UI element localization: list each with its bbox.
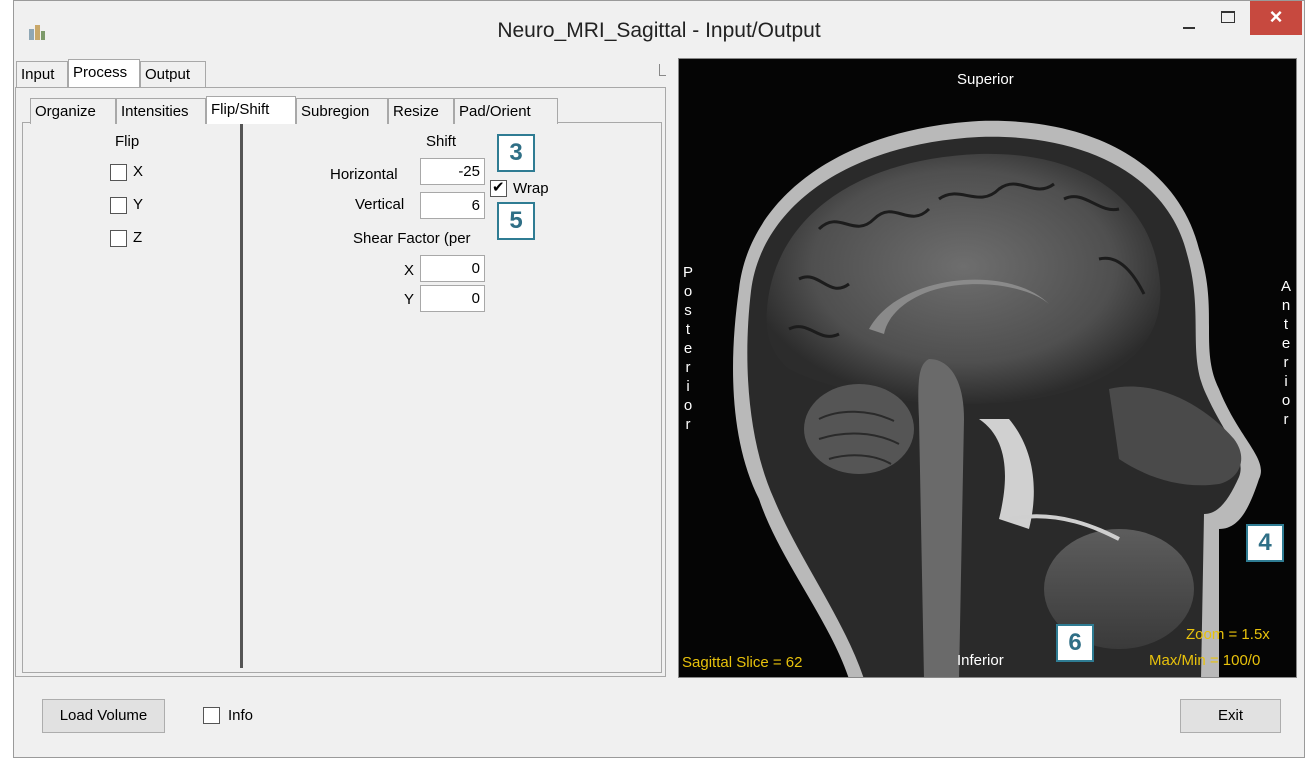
minimize-icon — [1183, 27, 1195, 29]
minimize-button[interactable] — [1169, 1, 1209, 43]
tab-pad-orient[interactable]: Pad/Orient — [454, 98, 558, 124]
anterior-label: Anterior — [1280, 278, 1291, 428]
close-button[interactable]: × — [1250, 1, 1302, 35]
flip-heading: Flip — [115, 133, 140, 150]
slice-indicator: Sagittal Slice = 62 — [682, 654, 803, 671]
tab-subregion[interactable]: Subregion — [296, 98, 388, 124]
tab-input[interactable]: Input — [16, 61, 68, 87]
title-bar: Neuro_MRI_Sagittal - Input/Output × — [14, 1, 1304, 61]
info-checkbox[interactable] — [203, 707, 220, 724]
tab-resize[interactable]: Resize — [388, 98, 454, 124]
tab-intensities[interactable]: Intensities — [116, 98, 206, 124]
section-divider — [240, 122, 243, 668]
maximize-button[interactable] — [1210, 1, 1250, 43]
shear-factor-heading: Shear Factor (per — [353, 230, 471, 247]
flip-y-label: Y — [133, 196, 144, 213]
window-title: Neuro_MRI_Sagittal - Input/Output — [497, 19, 821, 42]
vertical-shift-input[interactable]: 6 — [420, 192, 485, 219]
flip-z-checkbox[interactable] — [110, 230, 127, 247]
superior-label: Superior — [957, 71, 1014, 88]
vertical-label: Vertical — [355, 196, 405, 213]
wrap-label: Wrap — [513, 180, 549, 197]
maximize-icon — [1221, 11, 1235, 23]
zoom-indicator: Zoom = 1.5x — [1186, 626, 1270, 643]
mri-sagittal-image — [679, 59, 1296, 677]
info-label: Info — [228, 707, 254, 724]
shear-x-label: X — [404, 262, 415, 279]
wrap-checkbox[interactable] — [490, 178, 507, 197]
flip-z-label: Z — [133, 229, 143, 246]
shear-y-input[interactable]: 0 — [420, 285, 485, 312]
tab-organize[interactable]: Organize — [30, 98, 116, 124]
panel-resize-handle[interactable] — [659, 64, 666, 76]
flip-y-checkbox[interactable] — [110, 197, 127, 214]
shear-x-input[interactable]: 0 — [420, 255, 485, 282]
shear-y-label: Y — [404, 291, 415, 308]
callout-5: 5 — [497, 202, 535, 240]
close-icon: × — [1269, 4, 1283, 29]
tab-process[interactable]: Process — [68, 59, 140, 87]
inferior-label: Inferior — [957, 652, 1004, 669]
shift-heading: Shift — [426, 133, 457, 150]
callout-3: 3 — [497, 134, 535, 172]
exit-button[interactable]: Exit — [1180, 699, 1281, 733]
callout-4: 4 — [1246, 524, 1284, 562]
tab-flip-shift[interactable]: Flip/Shift — [206, 96, 296, 124]
horizontal-label: Horizontal — [330, 166, 398, 183]
flip-x-checkbox[interactable] — [110, 164, 127, 181]
tab-output[interactable]: Output — [140, 61, 206, 87]
max-min-indicator: Max/Min = 100/0 — [1149, 652, 1261, 669]
flip-x-label: X — [133, 163, 144, 180]
load-volume-button[interactable]: Load Volume — [42, 699, 165, 733]
image-viewer[interactable]: Superior Inferior Posterior Anterior Sag… — [678, 58, 1297, 678]
horizontal-shift-input[interactable]: -25 — [420, 158, 485, 185]
callout-6: 6 — [1056, 624, 1094, 662]
posterior-label: Posterior — [682, 264, 693, 433]
